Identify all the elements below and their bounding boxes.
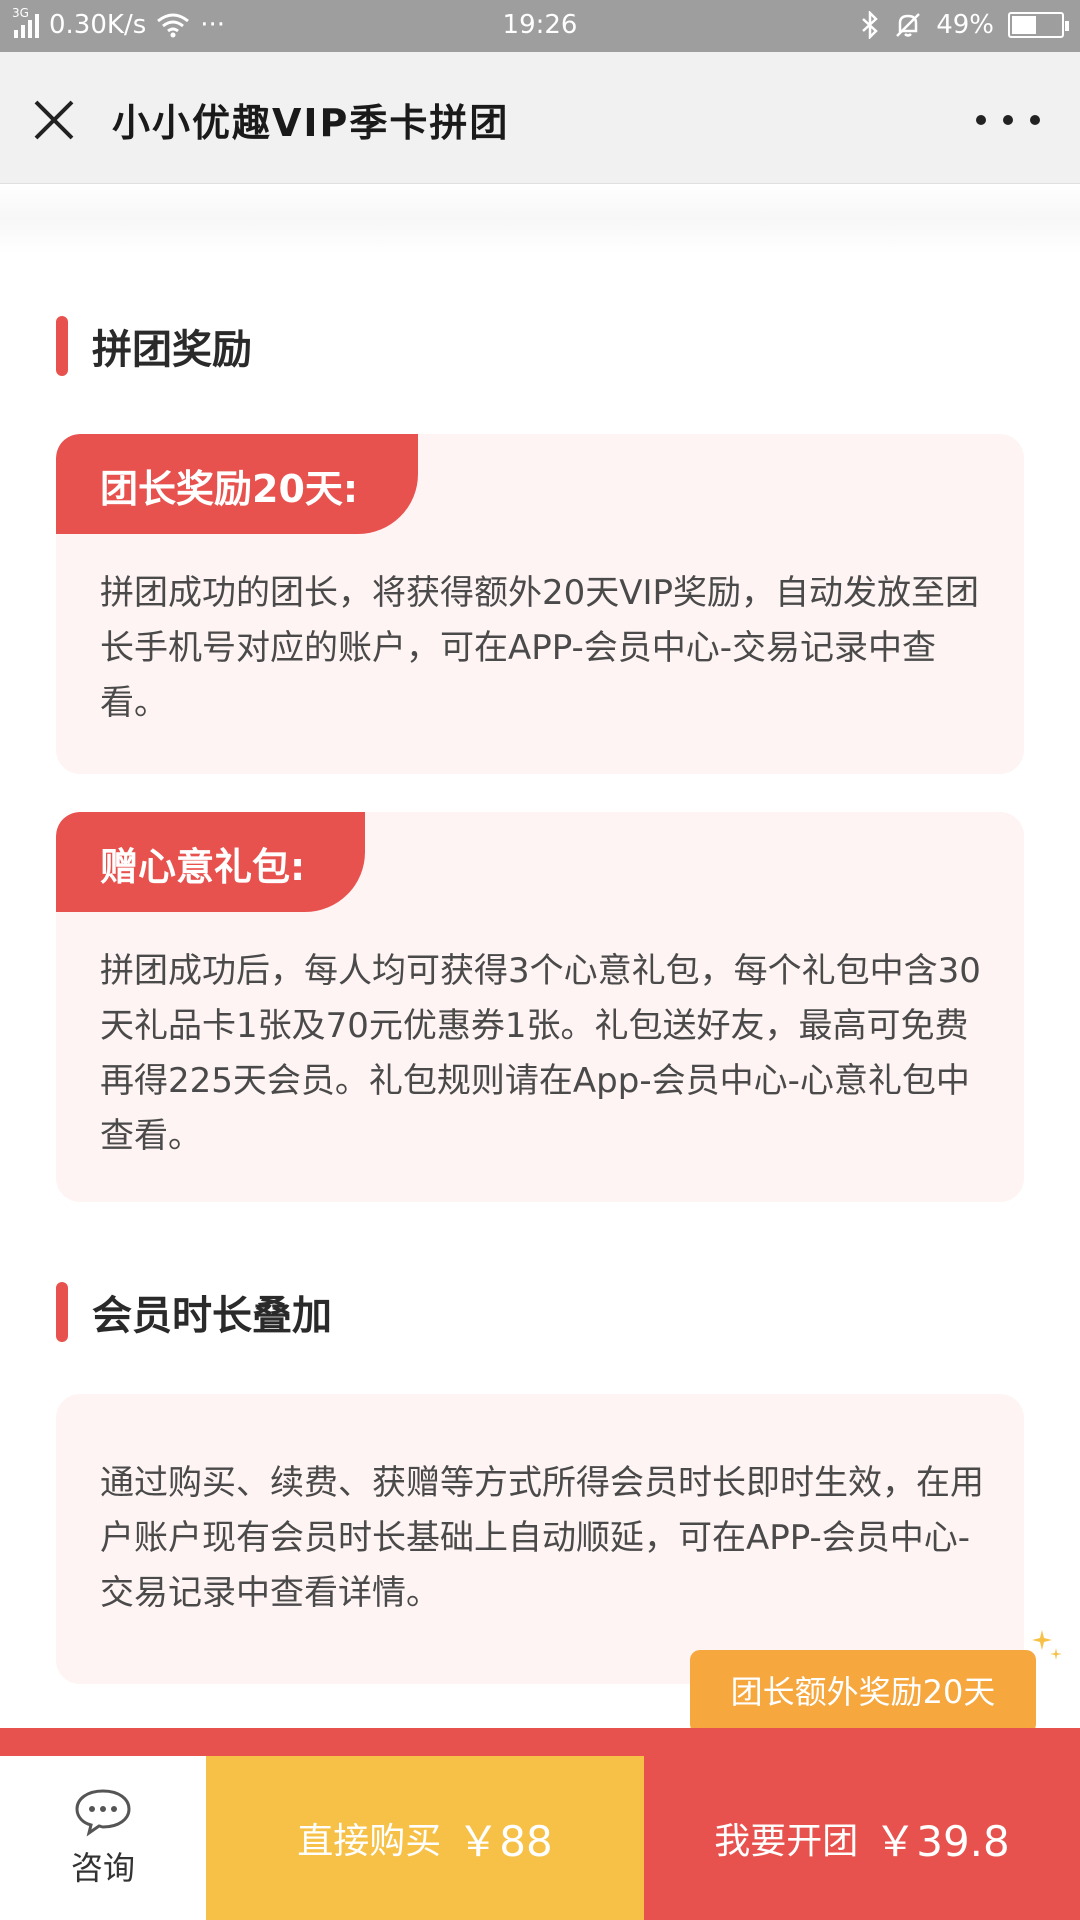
section-title-member-duration: 会员时长叠加	[56, 1282, 332, 1342]
battery-icon	[1008, 12, 1069, 38]
bottom-action-bar: 咨询 直接购买 ￥88 我要开团 ￥39.8	[0, 1756, 1080, 1920]
page-title: 小小优趣VIP季卡拼团	[112, 101, 510, 145]
status-bar: 3G 0.30K/s ··· 19:26 49%	[0, 0, 1080, 52]
open-group-button[interactable]: 我要开团 ￥39.8	[644, 1756, 1080, 1920]
dot-icon	[976, 115, 986, 125]
buy-direct-price: ￥88	[457, 1816, 553, 1866]
sparkle-icon	[1032, 1630, 1062, 1660]
card-tag: 赠心意礼包:	[56, 812, 366, 912]
title-bar: 小小优趣VIP季卡拼团	[0, 52, 1080, 184]
card-leader-reward: 团长奖励20天: 拼团成功的团长，将获得额外20天VIP奖励，自动发放至团长手机…	[56, 434, 1024, 774]
card-body: 通过购买、续费、获赠等方式所得会员时长即时生效，在用户账户现有会员时长基础上自动…	[100, 1463, 984, 1613]
consult-label: 咨询	[70, 1849, 135, 1887]
consult-button[interactable]: 咨询	[0, 1756, 206, 1920]
open-group-price: ￥39.8	[874, 1816, 1010, 1866]
open-group-label: 我要开团	[714, 1821, 859, 1862]
status-right: 49%	[860, 10, 1069, 40]
section-title-text: 拼团奖励	[92, 327, 252, 373]
card-body: 拼团成功的团长，将获得额外20天VIP奖励，自动发放至团长手机号对应的账户，可在…	[100, 573, 980, 723]
buy-direct-button[interactable]: 直接购买 ￥88	[206, 1756, 644, 1920]
bottom-accent-strip	[0, 1728, 1080, 1758]
more-options-button[interactable]	[976, 108, 1040, 132]
content-area[interactable]: 拼团奖励 团长奖励20天: 拼团成功的团长，将获得额外20天VIP奖励，自动发放…	[0, 184, 1080, 1752]
section-accent-bar	[56, 1282, 68, 1342]
dot-icon	[1030, 115, 1040, 125]
leader-bonus-badge: 团长额外奖励20天	[690, 1650, 1036, 1752]
battery-percent: 49%	[936, 10, 994, 40]
close-icon	[34, 100, 74, 140]
card-member-duration: 通过购买、续费、获赠等方式所得会员时长即时生效，在用户账户现有会员时长基础上自动…	[56, 1394, 1024, 1684]
battery-fill	[1012, 16, 1036, 34]
card-body: 拼团成功后，每人均可获得3个心意礼包，每个礼包中含30天礼品卡1张及70元优惠券…	[100, 951, 981, 1156]
chat-bubble-icon	[75, 1789, 131, 1837]
card-gift-pack: 赠心意礼包: 拼团成功后，每人均可获得3个心意礼包，每个礼包中含30天礼品卡1张…	[56, 812, 1024, 1202]
close-button[interactable]	[28, 94, 80, 146]
section-title-text: 会员时长叠加	[92, 1293, 332, 1339]
dot-icon	[1003, 115, 1013, 125]
mute-bell-icon	[896, 13, 921, 37]
buy-direct-label: 直接购买	[297, 1821, 442, 1862]
top-divider	[0, 184, 1080, 254]
section-accent-bar	[56, 316, 68, 376]
card-tag: 团长奖励20天:	[56, 434, 419, 534]
section-title-group-reward: 拼团奖励	[56, 316, 252, 376]
bluetooth-icon	[862, 11, 879, 39]
